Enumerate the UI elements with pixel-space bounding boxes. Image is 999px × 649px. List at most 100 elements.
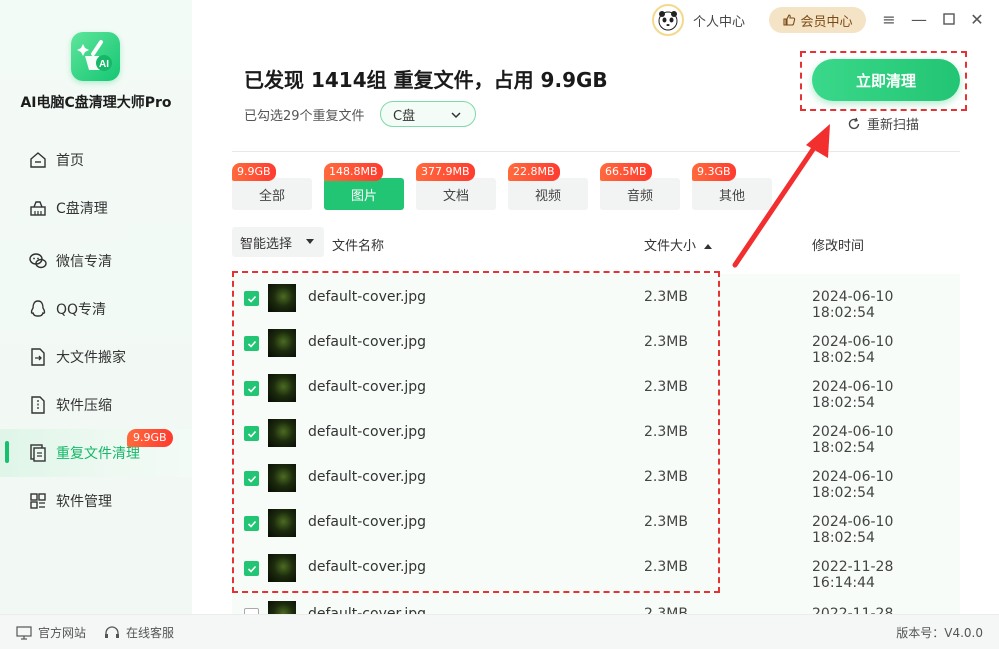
tab-audio[interactable]: 66.5MB 音频 xyxy=(600,163,680,210)
official-website-link[interactable]: 官方网站 xyxy=(16,624,86,641)
sidebar-item-label: QQ专清 xyxy=(56,302,107,318)
vip-center-label: 会员中心 xyxy=(800,14,853,30)
panda-avatar-icon xyxy=(658,11,678,31)
broom-logo-icon: AI xyxy=(77,40,112,71)
sidebar-item-qq-clean[interactable]: QQ专清 xyxy=(0,285,192,333)
row-checkbox[interactable] xyxy=(244,471,259,486)
sidebar-item-label: 大文件搬家 xyxy=(56,350,126,366)
column-header-time[interactable]: 修改时间 xyxy=(812,235,864,254)
file-time: 2022-11-28 16:14:44 xyxy=(812,606,894,614)
column-header-size[interactable]: 文件大小 xyxy=(644,235,713,254)
drive-select[interactable]: C盘 xyxy=(380,101,476,127)
app-title: AI电脑C盘清理大师Pro xyxy=(20,95,172,111)
sidebar-item-software-compress[interactable]: 软件压缩 xyxy=(0,381,192,429)
tab-all[interactable]: 9.9GB 全部 xyxy=(232,163,312,210)
home-icon xyxy=(30,152,46,168)
menu-icon[interactable]: ≡ xyxy=(880,11,898,29)
row-checkbox[interactable] xyxy=(244,516,259,531)
file-size: 2.3MB xyxy=(644,379,688,395)
tab-other[interactable]: 9.3GB 其他 xyxy=(692,163,772,210)
close-icon[interactable]: ✕ xyxy=(968,11,986,29)
column-header-size-label: 文件大小 xyxy=(644,239,697,254)
file-thumbnail xyxy=(268,419,296,447)
clean-now-button[interactable]: 立即清理 xyxy=(812,59,960,101)
file-time: 2024-06-10 18:02:54 xyxy=(812,379,894,411)
monitor-icon xyxy=(16,625,32,640)
row-checkbox[interactable] xyxy=(244,561,259,576)
file-thumbnail xyxy=(268,464,296,492)
tab-label: 全部 xyxy=(258,188,285,204)
rescan-label: 重新扫描 xyxy=(867,118,920,133)
official-website-label: 官方网站 xyxy=(38,626,87,640)
file-name: default-cover.jpg xyxy=(308,289,427,305)
sidebar-item-home[interactable]: 首页 xyxy=(0,136,192,184)
table-row[interactable]: default-cover.jpg 2.3MB 2024-06-10 18:02… xyxy=(232,275,960,321)
svg-text:AI: AI xyxy=(99,59,109,70)
compress-icon xyxy=(31,396,45,414)
check-icon xyxy=(247,520,256,528)
qq-icon xyxy=(30,300,46,317)
online-support-link[interactable]: 在线客服 xyxy=(104,624,174,641)
table-row[interactable]: default-cover.jpg 2.3MB 2022-11-28 16:14… xyxy=(232,592,960,614)
avatar xyxy=(652,4,684,36)
maximize-icon[interactable] xyxy=(940,11,958,29)
sidebar-item-c-drive-clean[interactable]: C盘清理 xyxy=(0,184,192,232)
row-checkbox[interactable] xyxy=(244,381,259,396)
tab-label: 文档 xyxy=(442,188,469,204)
tab-label: 音频 xyxy=(626,188,653,204)
row-checkbox[interactable] xyxy=(244,426,259,441)
tab-size-badge: 9.9GB xyxy=(232,163,276,181)
row-checkbox[interactable] xyxy=(244,336,259,351)
file-table: default-cover.jpg 2.3MB 2024-06-10 18:02… xyxy=(232,274,960,614)
file-time: 2022-11-28 16:14:44 xyxy=(812,559,894,591)
file-name: default-cover.jpg xyxy=(308,379,427,395)
headset-icon xyxy=(105,625,119,638)
table-row[interactable]: default-cover.jpg 2.3MB 2024-06-10 18:02… xyxy=(232,320,960,366)
page-title: 已发现 1414组 重复文件，占用 9.9GB xyxy=(244,68,608,92)
table-row[interactable]: default-cover.jpg 2.3MB 2024-06-10 18:02… xyxy=(232,410,960,456)
sidebar-item-software-manage[interactable]: 软件管理 xyxy=(0,477,192,525)
sidebar-item-duplicate-clean[interactable]: 重复文件清理 9.9GB xyxy=(0,429,192,477)
tab-label: 其他 xyxy=(718,188,745,204)
thumbs-up-icon xyxy=(783,14,796,26)
file-size: 2.3MB xyxy=(644,514,688,530)
table-row[interactable]: default-cover.jpg 2.3MB 2024-06-10 18:02… xyxy=(232,365,960,411)
drive-select-value: C盘 xyxy=(393,108,416,124)
sort-ascending-icon xyxy=(704,244,713,249)
file-name: default-cover.jpg xyxy=(308,334,427,350)
check-icon xyxy=(247,475,256,483)
app-logo: AI xyxy=(71,32,120,81)
file-time: 2024-06-10 18:02:54 xyxy=(812,289,894,321)
refresh-icon xyxy=(848,117,860,129)
file-size: 2.3MB xyxy=(644,469,688,485)
file-thumbnail xyxy=(268,554,296,582)
rescan-button[interactable]: 重新扫描 xyxy=(847,114,919,133)
sidebar: AI AI电脑C盘清理大师Pro 首页 C盘清理 微信专清 QQ专清 大文件搬家… xyxy=(0,0,192,614)
minimize-icon[interactable]: — xyxy=(910,11,928,29)
check-icon xyxy=(247,295,256,303)
move-file-icon xyxy=(31,348,45,366)
row-checkbox[interactable] xyxy=(244,291,259,306)
sidebar-item-big-file-move[interactable]: 大文件搬家 xyxy=(0,333,192,381)
table-row[interactable]: default-cover.jpg 2.3MB 2024-06-10 18:02… xyxy=(232,455,960,501)
tab-videos[interactable]: 22.8MB 视频 xyxy=(508,163,588,210)
sidebar-item-label: 首页 xyxy=(56,153,84,169)
tab-size-badge: 377.9MB xyxy=(416,163,475,181)
file-time: 2024-06-10 18:02:54 xyxy=(812,334,894,366)
tab-documents[interactable]: 377.9MB 文档 xyxy=(416,163,496,210)
table-row[interactable]: default-cover.jpg 2.3MB 2022-11-28 16:14… xyxy=(232,545,960,591)
sidebar-item-wechat-clean[interactable]: 微信专清 xyxy=(0,237,192,285)
tab-label: 图片 xyxy=(350,188,377,204)
tab-images[interactable]: 148.8MB 图片 xyxy=(324,163,404,210)
smart-select-dropdown[interactable]: 智能选择 xyxy=(232,227,324,257)
file-time: 2024-06-10 18:02:54 xyxy=(812,469,894,501)
user-center[interactable]: 个人中心 xyxy=(652,4,745,36)
user-center-label: 个人中心 xyxy=(693,14,746,30)
sidebar-item-label: 软件压缩 xyxy=(56,398,112,414)
chevron-down-icon xyxy=(451,112,461,119)
vip-center-button[interactable]: 会员中心 xyxy=(769,7,866,33)
file-name: default-cover.jpg xyxy=(308,514,427,530)
file-time: 2024-06-10 18:02:54 xyxy=(812,424,894,456)
table-row[interactable]: default-cover.jpg 2.3MB 2024-06-10 18:02… xyxy=(232,500,960,546)
column-header-name[interactable]: 文件名称 xyxy=(332,235,384,254)
